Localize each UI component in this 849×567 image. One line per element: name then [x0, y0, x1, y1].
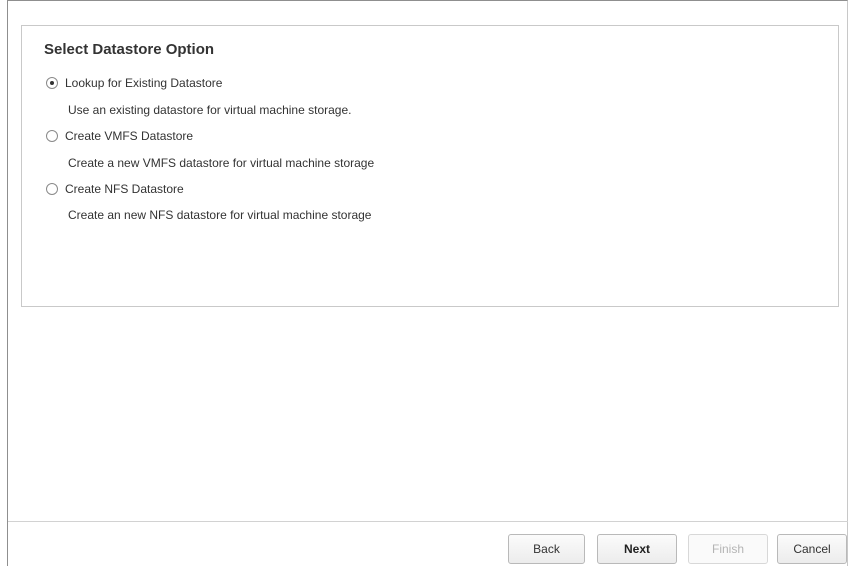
option-label: Create VMFS Datastore [65, 129, 194, 143]
option-description: Use an existing datastore for virtual ma… [68, 103, 352, 117]
footer-divider [8, 521, 848, 522]
section-title: Select Datastore Option [44, 41, 215, 58]
option-description: Create a new VMFS datastore for virtual … [68, 156, 375, 170]
back-button[interactable]: Back [508, 534, 585, 564]
option-label: Lookup for Existing Datastore [65, 76, 223, 90]
option-description: Create an new NFS datastore for virtual … [68, 208, 372, 222]
radio-button[interactable] [46, 130, 58, 142]
cancel-button[interactable]: Cancel [777, 534, 847, 564]
finish-button[interactable]: Finish [688, 534, 768, 564]
radio-button[interactable] [46, 183, 58, 195]
option-label: Create NFS Datastore [65, 182, 184, 196]
option-create-nfs-datastore[interactable]: Create NFS Datastore [46, 182, 184, 196]
wizard-page: Select Datastore Option Lookup for Exist… [0, 0, 849, 567]
next-button[interactable]: Next [597, 534, 677, 564]
option-lookup-existing-datastore[interactable]: Lookup for Existing Datastore [46, 76, 222, 90]
radio-button-selected[interactable] [46, 77, 58, 89]
radio-selected-dot [50, 81, 54, 85]
option-create-vmfs-datastore[interactable]: Create VMFS Datastore [46, 129, 193, 143]
